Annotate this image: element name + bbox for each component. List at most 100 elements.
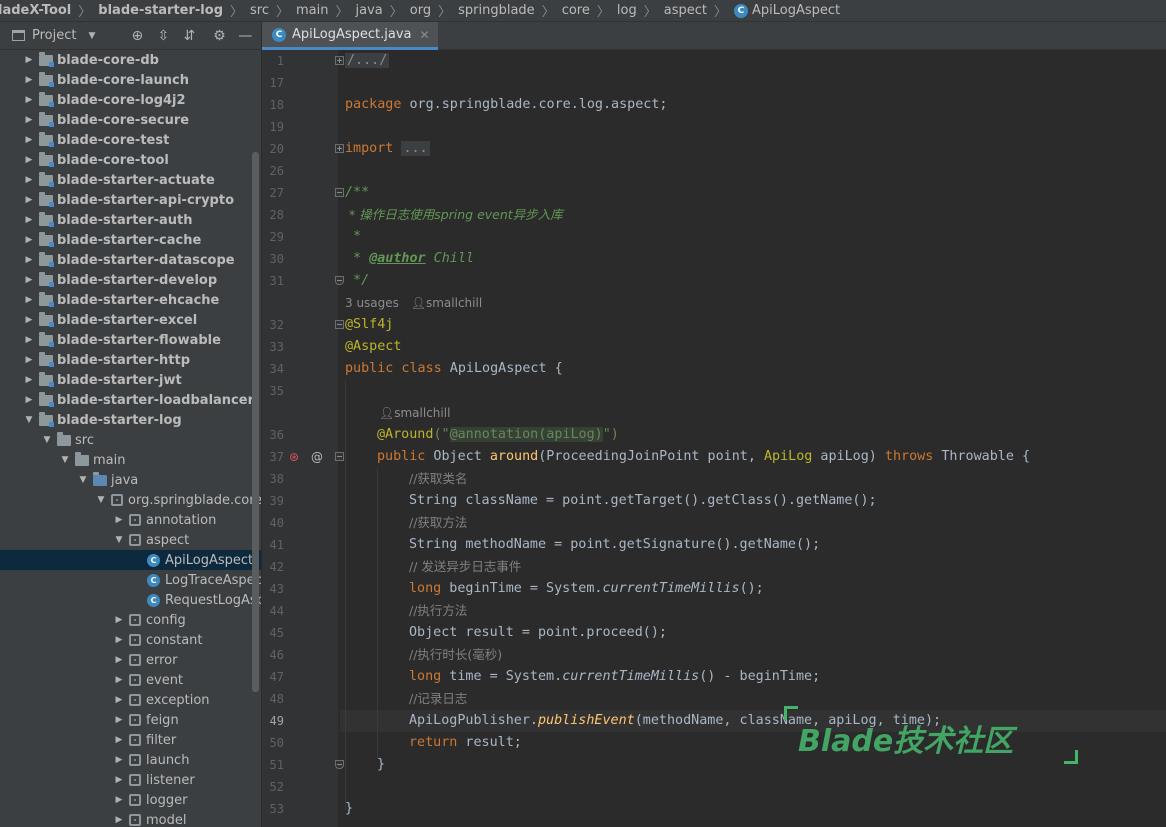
tree-item-blade-core-secure[interactable]: ▶ blade-core-secure <box>0 110 261 130</box>
chevron-right-icon[interactable]: ▶ <box>112 755 126 765</box>
folded-imports[interactable]: ... <box>401 141 430 156</box>
minimize-icon[interactable]: — <box>237 28 253 44</box>
tree-item-blade-starter-ehcache[interactable]: ▶ blade-starter-ehcache <box>0 290 261 310</box>
tree-item-apilogaspect[interactable]: C ApiLogAspect <box>0 550 261 570</box>
tree-item-blade-starter-jwt[interactable]: ▶ blade-starter-jwt <box>0 370 261 390</box>
chevron-right-icon[interactable]: ▶ <box>112 635 126 645</box>
breadcrumb-item[interactable]: C ApiLogAspect <box>732 3 842 18</box>
tree-item-blade-starter-flowable[interactable]: ▶ blade-starter-flowable <box>0 330 261 350</box>
tree-item-main[interactable]: ▼ main <box>0 450 261 470</box>
tree-item-java[interactable]: ▼ java <box>0 470 261 490</box>
gear-icon[interactable]: ⚙ <box>211 28 227 44</box>
fold-collapse-icon[interactable] <box>335 188 344 197</box>
author-hint-method[interactable]: 👤︎smallchill <box>379 402 450 424</box>
chevron-right-icon[interactable]: ▶ <box>22 75 36 85</box>
chevron-right-icon[interactable]: ▶ <box>22 255 36 265</box>
chevron-right-icon[interactable]: ▶ <box>112 675 126 685</box>
tree-item-blade-core-launch[interactable]: ▶ blade-core-launch <box>0 70 261 90</box>
chevron-right-icon[interactable]: ▶ <box>112 735 126 745</box>
tree-item-logtraceaspect[interactable]: C LogTraceAspect <box>0 570 261 590</box>
chevron-down-icon[interactable]: ▼ <box>112 535 126 545</box>
project-view-selector[interactable]: Project <box>32 28 76 43</box>
chevron-down-icon[interactable]: ▼ <box>58 455 72 465</box>
tree-item-constant[interactable]: ▶ constant <box>0 630 261 650</box>
chevron-right-icon[interactable]: ▶ <box>112 775 126 785</box>
usages-hint[interactable]: 3 usages 👤︎smallchill <box>345 292 482 314</box>
tree-item-logger[interactable]: ▶ logger <box>0 790 261 810</box>
breadcrumb-item[interactable]: org <box>408 3 433 18</box>
chevron-right-icon[interactable]: ▶ <box>22 115 36 125</box>
chevron-down-icon[interactable]: ▼ <box>76 475 90 485</box>
folded-block[interactable]: /.../ <box>345 53 390 68</box>
tree-item-error[interactable]: ▶ error <box>0 650 261 670</box>
chevron-right-icon[interactable]: ▶ <box>112 695 126 705</box>
chevron-right-icon[interactable]: ▶ <box>22 395 36 405</box>
tree-item-event[interactable]: ▶ event <box>0 670 261 690</box>
breadcrumb-item[interactable]: blade-starter-log <box>96 3 225 18</box>
tree-item-blade-core-test[interactable]: ▶ blade-core-test <box>0 130 261 150</box>
fold-expand-icon[interactable] <box>335 144 344 153</box>
tree-item-blade-starter-excel[interactable]: ▶ blade-starter-excel <box>0 310 261 330</box>
chevron-right-icon[interactable]: ▶ <box>22 155 36 165</box>
tree-item-blade-starter-http[interactable]: ▶ blade-starter-http <box>0 350 261 370</box>
collapse-all-icon[interactable]: ⇵ <box>181 28 197 44</box>
tree-item-blade-starter-auth[interactable]: ▶ blade-starter-auth <box>0 210 261 230</box>
tree-item-src[interactable]: ▼ src <box>0 430 261 450</box>
breadcrumb-item[interactable]: ladeX-Tool <box>0 3 73 18</box>
tree-item-blade-starter-loadbalancer[interactable]: ▶ blade-starter-loadbalancer <box>0 390 261 410</box>
tree-item-listener[interactable]: ▶ listener <box>0 770 261 790</box>
tree-item-model[interactable]: ▶ model <box>0 810 261 827</box>
tree-item-blade-starter-develop[interactable]: ▶ blade-starter-develop <box>0 270 261 290</box>
tree-item-blade-starter-api-crypto[interactable]: ▶ blade-starter-api-crypto <box>0 190 261 210</box>
tree-item-annotation[interactable]: ▶ annotation <box>0 510 261 530</box>
tree-item-aspect[interactable]: ▼ aspect <box>0 530 261 550</box>
chevron-right-icon[interactable]: ▶ <box>22 275 36 285</box>
chevron-right-icon[interactable]: ▶ <box>22 335 36 345</box>
breadcrumb-item[interactable]: core <box>560 3 592 18</box>
chevron-right-icon[interactable]: ▶ <box>22 215 36 225</box>
tree-scrollbar[interactable] <box>252 152 259 692</box>
chevron-down-icon[interactable]: ▼ <box>22 415 36 425</box>
fold-end-icon[interactable] <box>335 760 344 769</box>
fold-collapse-icon[interactable] <box>335 452 344 461</box>
breadcrumb-item[interactable]: main <box>294 3 330 18</box>
tree-item-org-springblade-core-l[interactable]: ▼ org.springblade.core.l <box>0 490 261 510</box>
locate-icon[interactable]: ⊕ <box>129 28 145 44</box>
chevron-right-icon[interactable]: ▶ <box>112 515 126 525</box>
breadcrumb-item[interactable]: src <box>248 3 271 18</box>
tree-item-blade-starter-log[interactable]: ▼ blade-starter-log <box>0 410 261 430</box>
tree-item-filter[interactable]: ▶ filter <box>0 730 261 750</box>
chevron-right-icon[interactable]: ▶ <box>112 715 126 725</box>
chevron-down-icon[interactable]: ▼ <box>94 495 108 505</box>
chevron-right-icon[interactable]: ▶ <box>22 135 36 145</box>
chevron-right-icon[interactable]: ▶ <box>22 195 36 205</box>
aspect-advice-icon[interactable]: ⊛ <box>289 450 299 464</box>
tree-item-exception[interactable]: ▶ exception <box>0 690 261 710</box>
dropdown-icon[interactable]: ▼ <box>88 31 95 41</box>
fold-collapse-icon[interactable] <box>335 320 344 329</box>
tree-item-requestlogasp[interactable]: C RequestLogAsp <box>0 590 261 610</box>
fold-end-icon[interactable] <box>335 276 344 285</box>
tree-item-config[interactable]: ▶ config <box>0 610 261 630</box>
chevron-right-icon[interactable]: ▶ <box>22 315 36 325</box>
chevron-right-icon[interactable]: ▶ <box>22 355 36 365</box>
tree-item-feign[interactable]: ▶ feign <box>0 710 261 730</box>
tree-item-blade-starter-actuate[interactable]: ▶ blade-starter-actuate <box>0 170 261 190</box>
chevron-down-icon[interactable]: ▼ <box>40 435 54 445</box>
tree-item-blade-core-tool[interactable]: ▶ blade-core-tool <box>0 150 261 170</box>
chevron-right-icon[interactable]: ▶ <box>22 295 36 305</box>
chevron-right-icon[interactable]: ▶ <box>22 95 36 105</box>
chevron-right-icon[interactable]: ▶ <box>112 795 126 805</box>
tree-item-blade-starter-cache[interactable]: ▶ blade-starter-cache <box>0 230 261 250</box>
close-icon[interactable]: ✕ <box>420 28 430 42</box>
expand-all-icon[interactable]: ⇳ <box>155 28 171 44</box>
chevron-right-icon[interactable]: ▶ <box>22 55 36 65</box>
breadcrumb-item[interactable]: log <box>615 3 639 18</box>
tree-item-blade-core-db[interactable]: ▶ blade-core-db <box>0 50 261 70</box>
chevron-right-icon[interactable]: ▶ <box>112 655 126 665</box>
fold-expand-icon[interactable] <box>335 56 344 65</box>
chevron-right-icon[interactable]: ▶ <box>22 235 36 245</box>
tree-item-launch[interactable]: ▶ launch <box>0 750 261 770</box>
breadcrumb-item[interactable]: aspect <box>662 3 709 18</box>
tree-item-blade-core-log4j2[interactable]: ▶ blade-core-log4j2 <box>0 90 261 110</box>
